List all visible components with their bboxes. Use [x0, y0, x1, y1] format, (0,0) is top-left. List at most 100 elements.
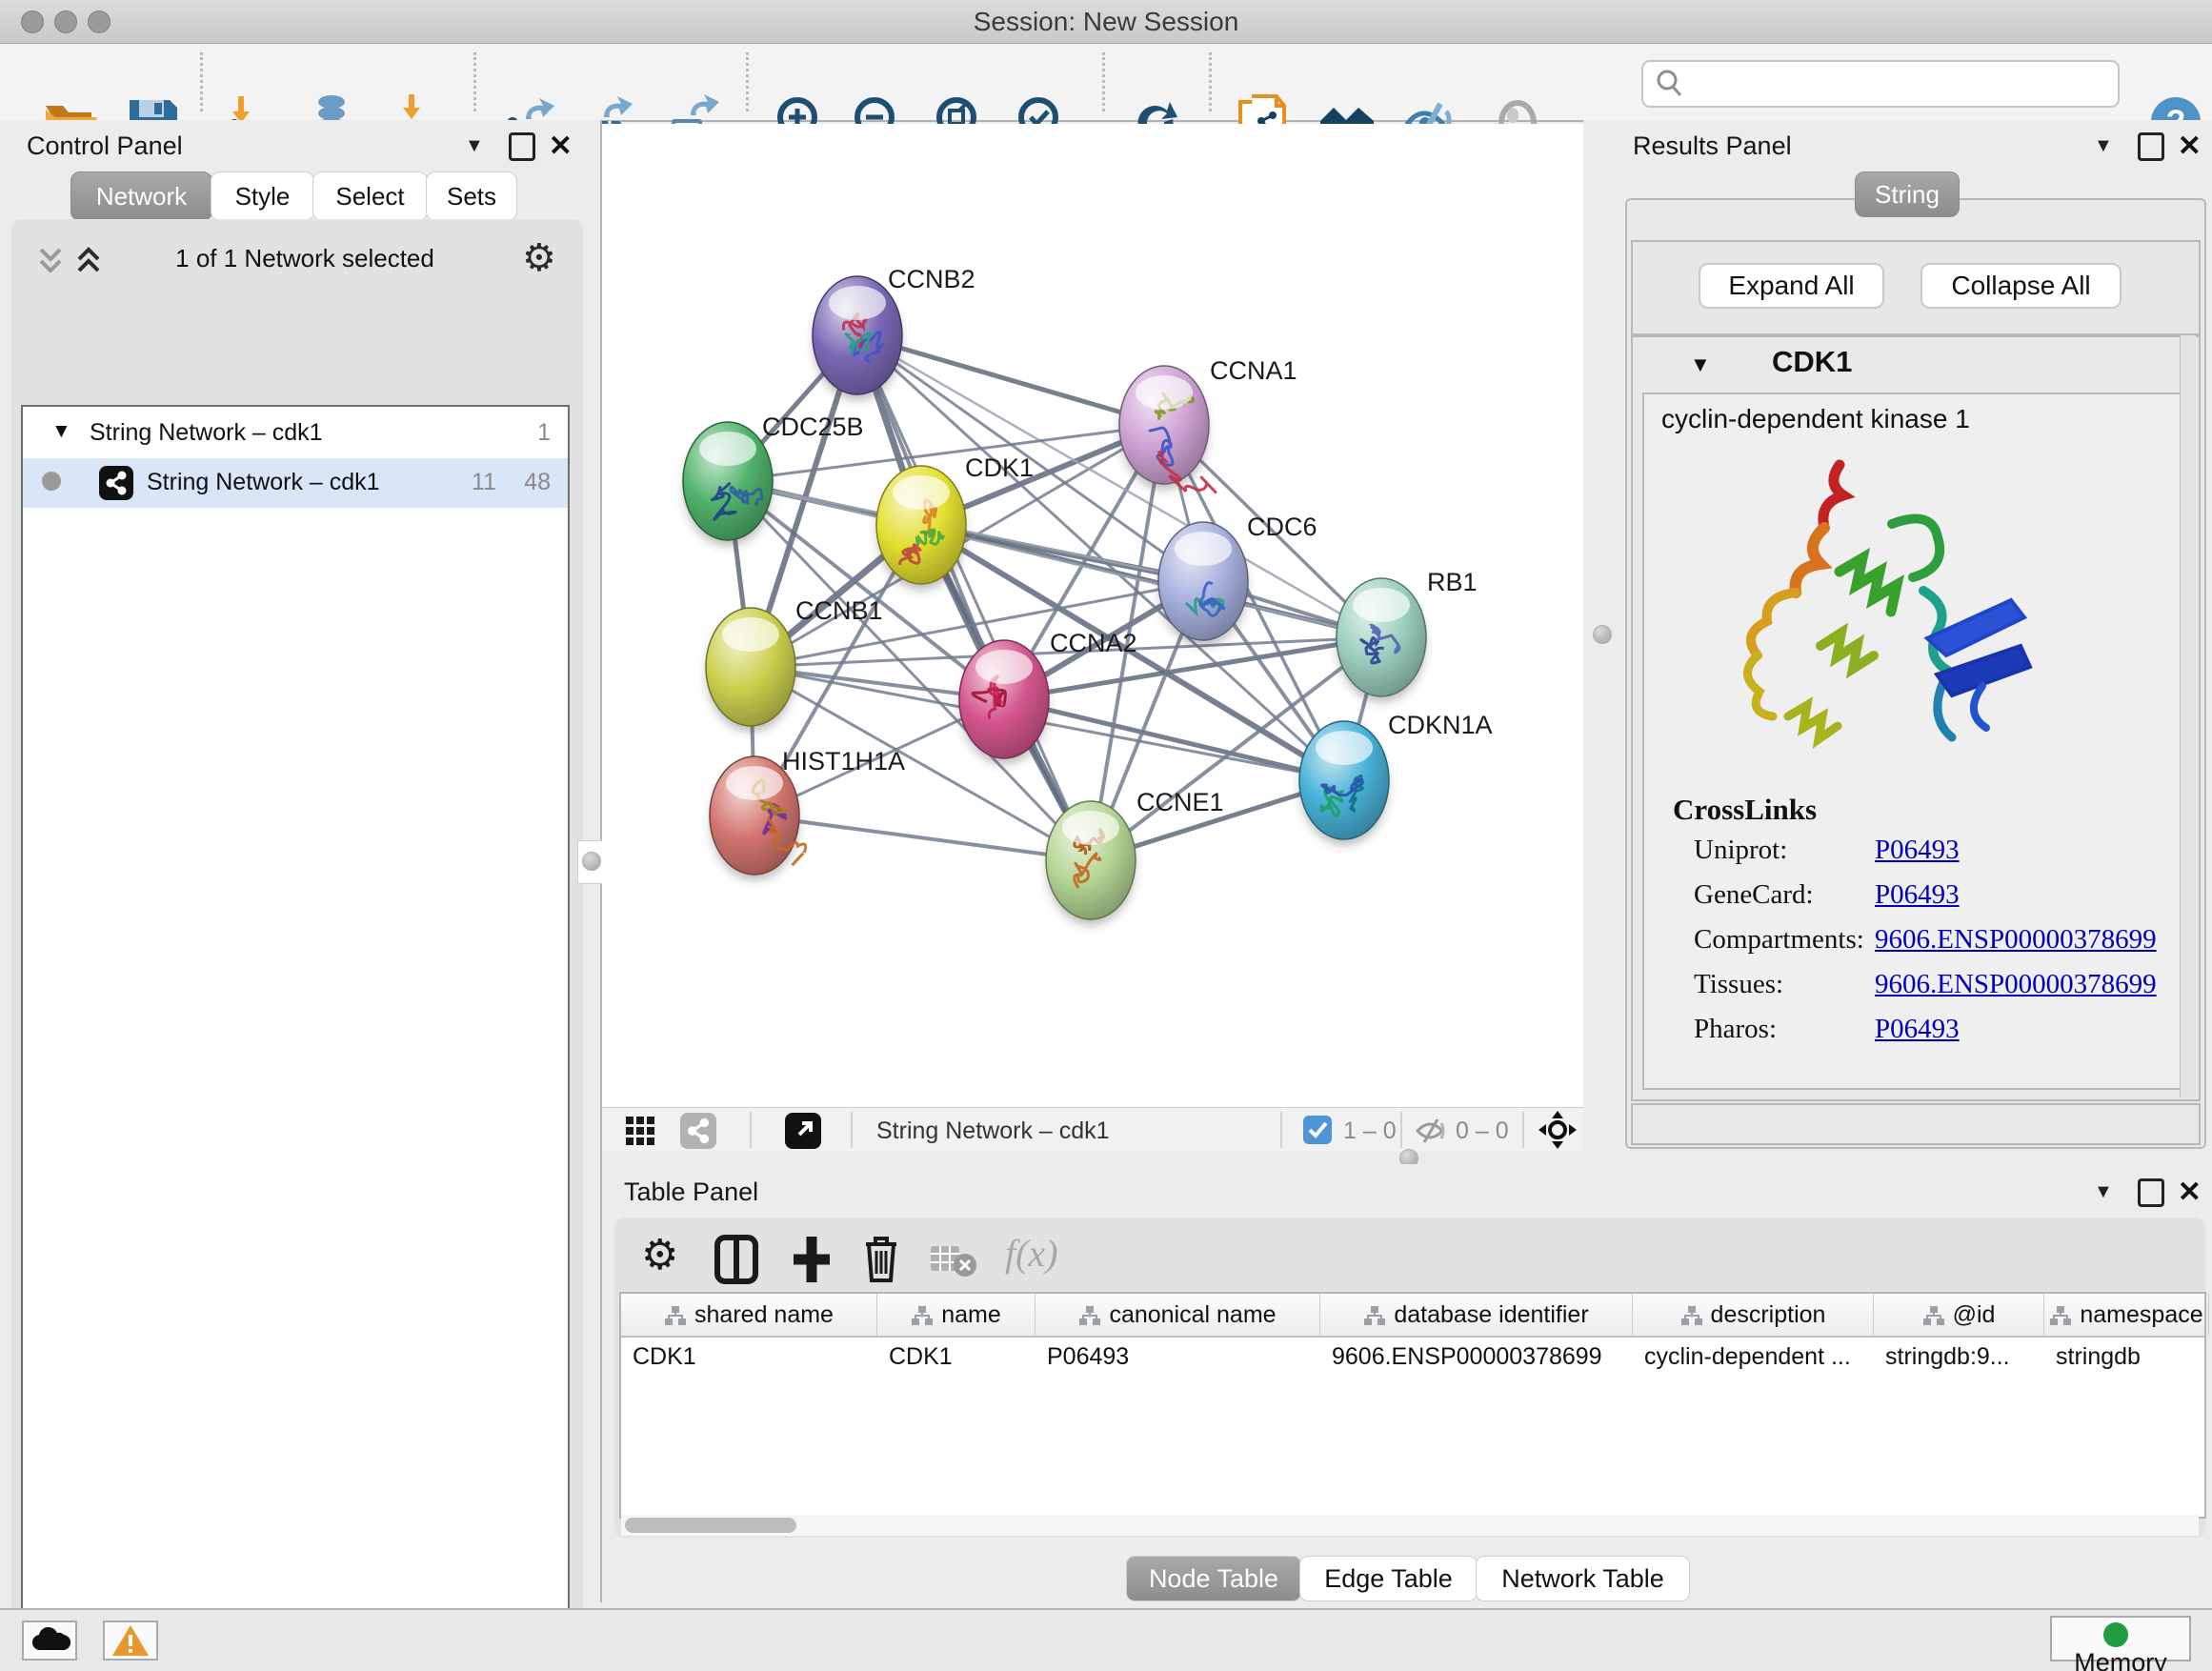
network-collection-row[interactable]: ▼ String Network – cdk1 1 [23, 409, 568, 458]
toolbar-separator [473, 52, 476, 111]
delete-column-trash-icon[interactable] [860, 1233, 902, 1289]
network-node-CCNB1[interactable]: CCNB1 [706, 596, 883, 732]
crosslink-label: Uniprot: [1694, 835, 1787, 865]
panel-close-icon[interactable]: ✕ [549, 130, 573, 163]
table-cell[interactable]: CDK1 [877, 1338, 1035, 1376]
hidden-eye-slash-icon[interactable] [1414, 1116, 1446, 1153]
crosslink-link[interactable]: P06493 [1875, 835, 1960, 866]
network-node-RB1[interactable]: RB1 [1337, 568, 1478, 702]
splitter-dot-icon[interactable] [582, 852, 601, 871]
show-columns-icon[interactable] [714, 1235, 758, 1289]
panel-menu-icon[interactable]: ▼ [465, 135, 484, 157]
gene-symbol: CDK1 [1772, 345, 1852, 379]
network-node-CCNA1[interactable]: CCNA1 [1119, 356, 1297, 493]
table-panel-window-buttons: ▼✕ [2094, 1176, 2202, 1209]
crosslink-link[interactable]: 9606.ENSP00000378699 [1875, 924, 2157, 956]
panel-float-icon[interactable] [2138, 1178, 2164, 1207]
panel-close-icon[interactable]: ✕ [2178, 1176, 2202, 1209]
column-header-6[interactable]: namespace [2044, 1294, 2209, 1336]
column-header-0[interactable]: shared name [621, 1294, 877, 1336]
collection-count: 1 [537, 419, 551, 447]
memory-label: Memory [2074, 1648, 2167, 1671]
tab-select[interactable]: Select [312, 171, 428, 221]
memory-status-button[interactable]: Memory [2050, 1616, 2191, 1661]
birds-eye-view-icon[interactable] [1538, 1110, 1578, 1157]
node-table: shared namenamecanonical namedatabase id… [619, 1292, 2206, 1519]
table-hscrollbar[interactable] [621, 1515, 2199, 1536]
main-toolbar: ? [0, 44, 2212, 122]
network-graph[interactable]: CCNB2 CCNA1 CDC25B CDK1 CDC6 RB1 CCNB1 CCNA2 CDK… [602, 124, 1583, 1107]
results-scrollbar[interactable] [2180, 335, 2196, 1097]
column-header-4[interactable]: description [1633, 1294, 1874, 1336]
table-options-gear-icon[interactable]: ⚙ [641, 1231, 678, 1279]
control-panel-title: Control Panel [27, 131, 183, 161]
crosslink-row: Pharos:P06493 [1694, 1014, 1777, 1045]
table-cell[interactable]: 9606.ENSP00000378699 [1320, 1338, 1632, 1376]
tab-network-table[interactable]: Network Table [1476, 1556, 1690, 1601]
search-input[interactable] [1693, 66, 2106, 100]
collapse-all-button[interactable]: Collapse All [1920, 263, 2122, 309]
add-column-icon[interactable] [788, 1235, 835, 1289]
tab-node-table[interactable]: Node Table [1126, 1556, 1301, 1601]
column-header-1[interactable]: name [877, 1294, 1036, 1336]
toolbar-separator [1280, 1112, 1282, 1148]
grid-view-icon[interactable] [625, 1116, 655, 1153]
network-node-CDK1[interactable]: CDK1 [876, 453, 1034, 590]
crosslink-link[interactable]: P06493 [1875, 1014, 1960, 1045]
crosslink-label: Tissues: [1694, 969, 1783, 999]
network-node-CDC6[interactable]: CDC6 [1158, 513, 1317, 646]
node-label-CDK1: CDK1 [965, 453, 1034, 482]
network-canvas[interactable]: CCNB2 CCNA1 CDC25B CDK1 CDC6 RB1 CCNB1 CCNA2 CDK… [602, 124, 1583, 1107]
column-header-5[interactable]: @id [1874, 1294, 2044, 1336]
results-panel-title: Results Panel [1633, 131, 1792, 161]
warnings-button[interactable] [103, 1621, 158, 1661]
gene-expander-icon[interactable]: ▼ [1690, 352, 1711, 377]
crosslink-link[interactable]: 9606.ENSP00000378699 [1875, 969, 2157, 1000]
table-cell[interactable]: cyclin-dependent ... [1633, 1338, 1873, 1376]
toolbar-separator [200, 52, 203, 111]
network-node-CDKN1A[interactable]: CDKN1A [1299, 711, 1493, 845]
network-options-gear-icon[interactable]: ⚙ [522, 236, 556, 280]
tab-string-results[interactable]: String [1855, 171, 1960, 217]
node-label-CCNA2: CCNA2 [1050, 629, 1137, 657]
table-cell[interactable]: stringdb:9... [1874, 1338, 2043, 1376]
panel-float-icon[interactable] [2138, 132, 2164, 161]
tab-sets[interactable]: Sets [426, 171, 517, 221]
collapse-all-networks-button[interactable] [34, 242, 67, 283]
panel-menu-icon[interactable]: ▼ [2094, 1181, 2113, 1203]
warning-icon [111, 1623, 151, 1658]
hscrollbar-thumb[interactable] [625, 1518, 796, 1533]
network-row[interactable]: String Network – cdk1 11 48 [23, 458, 568, 508]
splitter-dot-icon[interactable] [1593, 625, 1612, 644]
panel-close-icon[interactable]: ✕ [2178, 130, 2202, 163]
expand-all-button[interactable]: Expand All [1699, 263, 1884, 309]
table-cell[interactable]: stringdb [2044, 1338, 2208, 1376]
network-node-CDC25B[interactable]: CDC25B [683, 413, 864, 546]
network-node-HIST1H1A[interactable]: HIST1H1A [710, 747, 905, 880]
crosslink-link[interactable]: P06493 [1875, 879, 1960, 911]
column-header-3[interactable]: database identifier [1320, 1294, 1633, 1336]
selected-checkbox-icon[interactable] [1303, 1116, 1332, 1144]
network-node-CCNE1[interactable]: CCNE1 [1046, 788, 1224, 925]
network-tree: ▼ String Network – cdk1 1 String Network… [21, 405, 570, 1671]
cloud-status-button[interactable] [22, 1621, 77, 1661]
tab-style[interactable]: Style [211, 171, 314, 221]
open-in-window-icon[interactable] [785, 1113, 821, 1149]
table-cell[interactable]: P06493 [1036, 1338, 1319, 1376]
column-header-2[interactable]: canonical name [1036, 1294, 1320, 1336]
table-cell[interactable]: CDK1 [621, 1338, 876, 1376]
tab-edge-table[interactable]: Edge Table [1299, 1556, 1478, 1601]
cloud-icon [30, 1625, 71, 1654]
cytoscape-window: Session: New Session [0, 0, 2212, 1671]
panel-menu-icon[interactable]: ▼ [2094, 135, 2113, 157]
panel-float-icon[interactable] [509, 132, 535, 161]
node-label-CDKN1A: CDKN1A [1388, 711, 1493, 739]
network-node-CCNB2[interactable]: CCNB2 [813, 265, 975, 400]
expand-all-networks-button[interactable] [72, 242, 105, 283]
node-label-CDC6: CDC6 [1247, 513, 1317, 541]
tab-network[interactable]: Network [70, 171, 212, 221]
string-view-icon[interactable] [680, 1113, 716, 1149]
tree-expander-icon[interactable]: ▼ [51, 420, 71, 443]
string-network-icon [99, 466, 133, 500]
toolbar-separator [1209, 52, 1212, 111]
